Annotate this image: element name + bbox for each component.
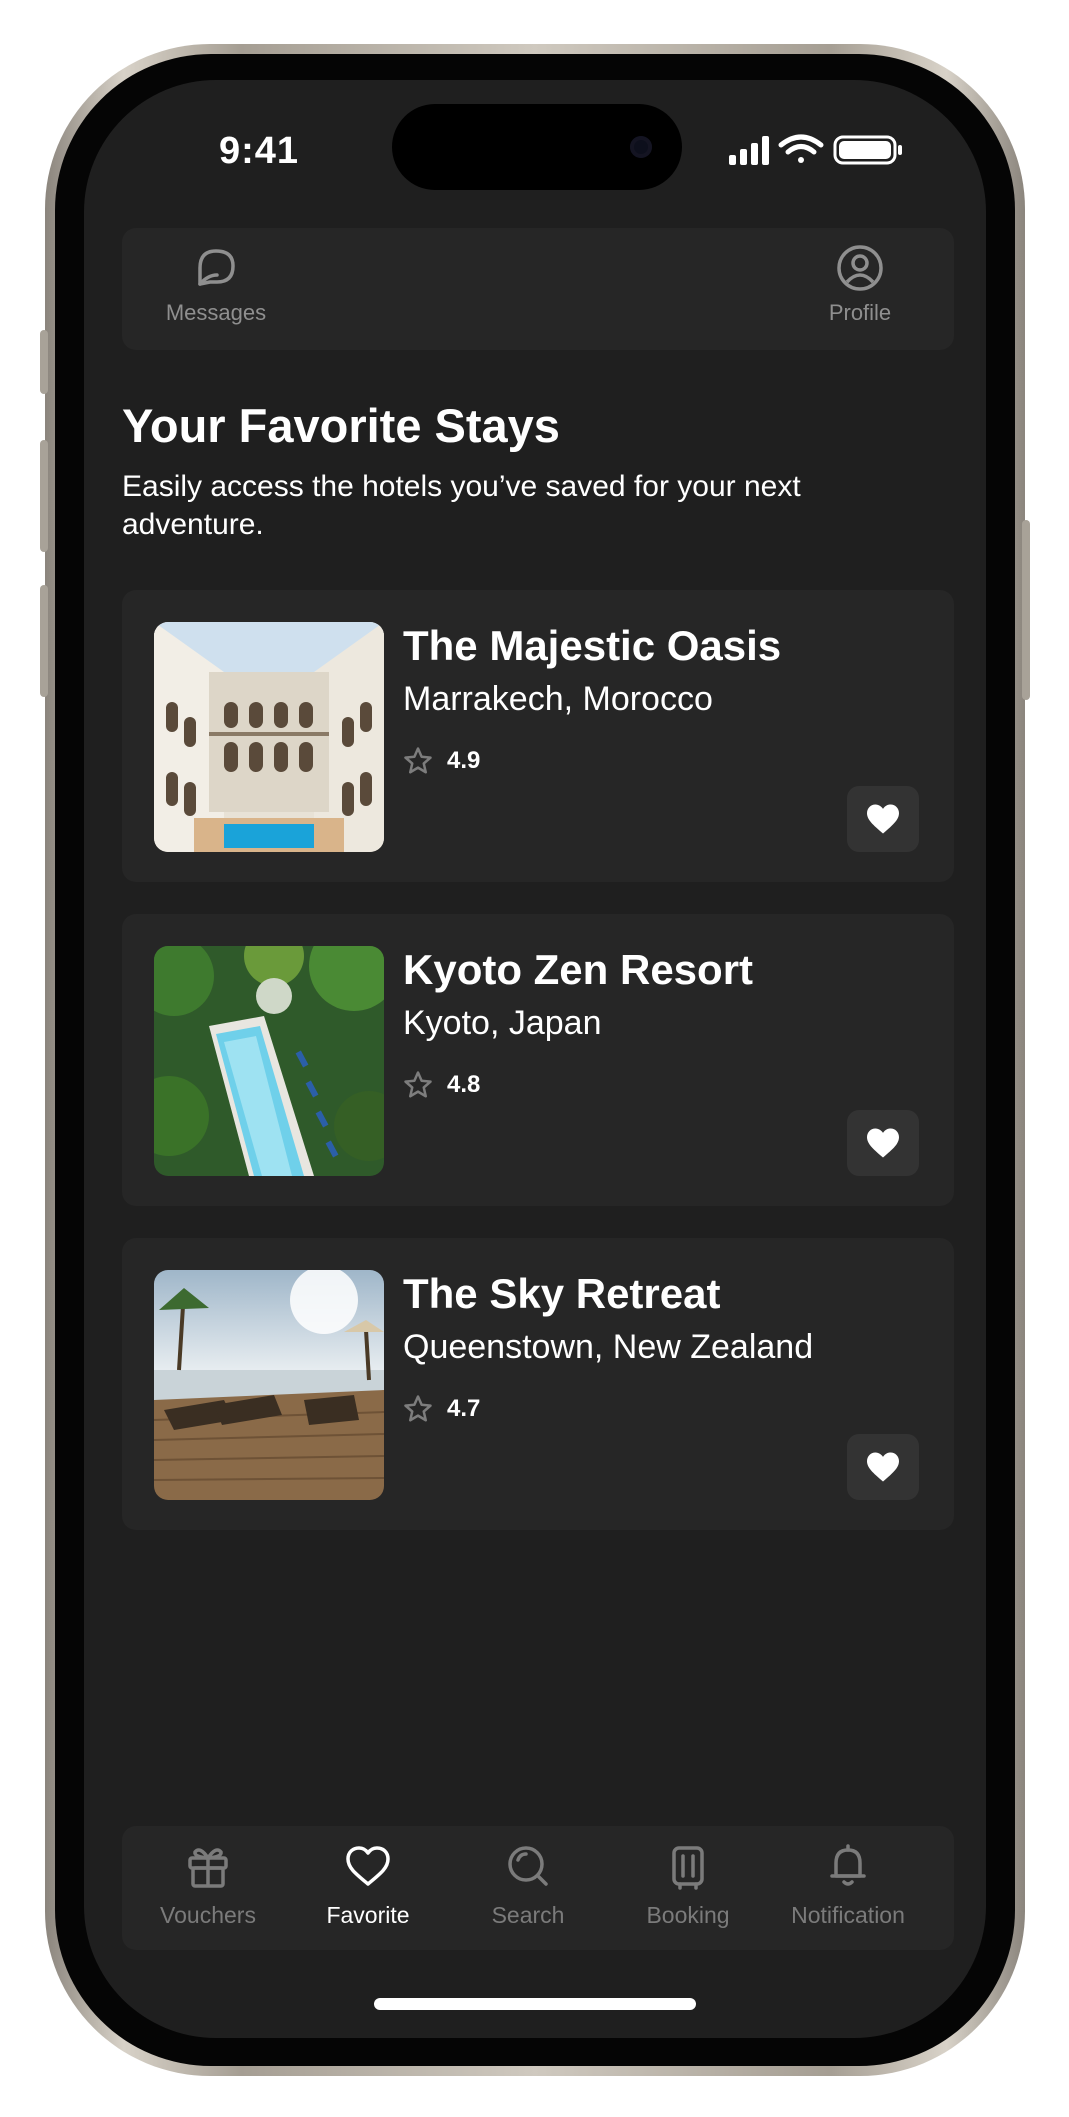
hotel-card[interactable]: The Sky Retreat Queenstown, New Zealand … <box>122 1238 954 1530</box>
bell-icon <box>830 1844 866 1886</box>
heart-filled-icon <box>867 1452 899 1482</box>
tab-vouchers[interactable]: Vouchers <box>128 1840 288 1929</box>
favorite-button[interactable] <box>847 1434 919 1500</box>
heart-filled-icon <box>867 804 899 834</box>
tab-notification[interactable]: Notification <box>768 1840 928 1929</box>
tab-label: Vouchers <box>160 1902 256 1928</box>
star-icon <box>404 1395 432 1422</box>
tab-booking[interactable]: Booking <box>608 1840 768 1929</box>
messages-button[interactable]: Messages <box>146 242 286 326</box>
favorite-button[interactable] <box>847 1110 919 1176</box>
hotel-thumbnail <box>154 1270 384 1500</box>
hotel-rating: 4.7 <box>403 1394 480 1424</box>
messages-label: Messages <box>165 300 267 325</box>
dynamic-island <box>392 104 682 190</box>
hotel-location: Marrakech, Morocco <box>403 680 713 718</box>
rating-value: 4.8 <box>447 1071 481 1098</box>
hotel-card[interactable]: The Majestic Oasis Marrakech, Morocco 4.… <box>122 590 954 882</box>
top-navigation: Messages Profile <box>122 228 954 350</box>
tab-label: Booking <box>646 1902 730 1928</box>
star-icon <box>404 1071 432 1098</box>
hotel-name: The Sky Retreat <box>403 1270 721 1317</box>
page-title: Your Favorite Stays <box>122 399 560 452</box>
action-button <box>40 330 48 394</box>
front-camera <box>630 136 652 158</box>
messages-icon <box>198 249 235 286</box>
ocean-deck-image <box>154 1270 384 1500</box>
page-subtitle: Easily access the hotels you’ve saved fo… <box>122 470 801 541</box>
heart-filled-icon <box>867 1128 899 1158</box>
favorite-button[interactable] <box>847 786 919 852</box>
bottom-tab-bar: Vouchers Favorite Search Booking Notific… <box>122 1826 954 1950</box>
hotel-location: Kyoto, Japan <box>403 1004 602 1042</box>
volume-down-button <box>40 585 48 697</box>
rating-value: 4.7 <box>447 1395 481 1422</box>
riad-courtyard-image <box>154 622 384 852</box>
tab-label: Notification <box>791 1902 905 1928</box>
hotel-name: Kyoto Zen Resort <box>403 946 754 993</box>
cellular-signal-icon <box>729 136 769 165</box>
gift-icon <box>188 1848 228 1888</box>
hotel-thumbnail <box>154 622 384 852</box>
hotel-name: The Majestic Oasis <box>403 622 782 669</box>
tropical-pool-image <box>154 946 384 1176</box>
profile-label: Profile <box>828 300 892 325</box>
hotel-rating: 4.9 <box>403 746 480 776</box>
heart-icon <box>346 1846 390 1886</box>
tab-search[interactable]: Search <box>448 1840 608 1929</box>
wifi-icon <box>778 134 824 163</box>
search-icon <box>508 1846 548 1886</box>
rating-value: 4.9 <box>447 747 481 774</box>
profile-button[interactable]: Profile <box>790 242 930 326</box>
profile-icon <box>837 245 883 291</box>
hotel-card[interactable]: Kyoto Zen Resort Kyoto, Japan 4.8 <box>122 914 954 1206</box>
app-screen: 9:41 Messages Profile Your Favorite Stay… <box>84 80 986 2038</box>
power-button <box>1022 520 1030 700</box>
home-indicator[interactable] <box>374 1998 696 2010</box>
hotel-thumbnail <box>154 946 384 1176</box>
hotel-rating: 4.8 <box>403 1070 480 1100</box>
volume-up-button <box>40 440 48 552</box>
hotel-location: Queenstown, New Zealand <box>403 1328 814 1366</box>
tab-favorite[interactable]: Favorite <box>288 1840 448 1929</box>
star-icon <box>404 747 432 774</box>
tab-label: Search <box>491 1902 565 1928</box>
status-time: 9:41 <box>218 130 300 172</box>
tab-label: Favorite <box>326 1902 410 1928</box>
status-icons <box>729 134 902 165</box>
battery-icon <box>833 135 902 165</box>
luggage-icon <box>672 1846 704 1890</box>
